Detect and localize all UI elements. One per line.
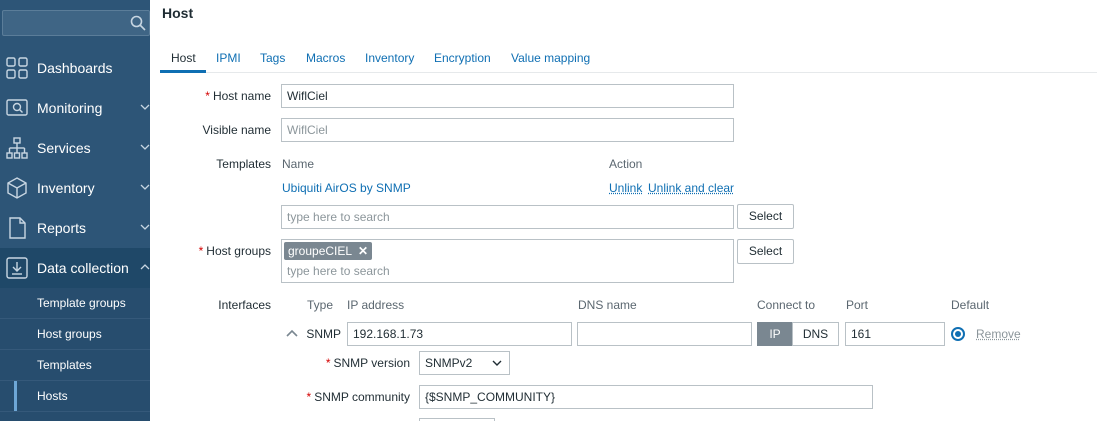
chevron-up-icon [140,264,150,270]
menu-label: Monitoring [37,100,103,116]
host-group-chip[interactable]: groupeCIEL ✕ [284,242,373,260]
data-collection-icon [6,257,28,279]
submenu-template-groups[interactable]: Template groups [0,288,150,319]
host-groups-label: * Host groups [180,244,271,258]
sidebar-search-input[interactable] [2,10,150,36]
menu-dashboards[interactable]: Dashboards [0,48,150,88]
host-groups-select-button[interactable]: Select [737,239,794,264]
sidebar: Dashboards Monitoring Services Inventory… [0,0,150,421]
templates-search-input[interactable]: type here to search [281,205,734,229]
interface-port-input[interactable]: 161 [845,322,945,346]
tab-tags[interactable]: Tags [260,51,285,65]
menu-label: Data collection [37,260,129,276]
required-marker: * [198,244,204,258]
snmp-community-label-text: SNMP community [314,390,410,404]
chevron-up-icon[interactable] [286,328,298,338]
tab-encryption[interactable]: Encryption [434,51,491,65]
menu-label: Services [37,140,91,156]
required-marker: * [306,390,312,404]
template-link[interactable]: Ubiquiti AirOS by SNMP [282,181,411,195]
remove-interface-link[interactable]: Remove [976,327,1021,341]
interface-ip-input[interactable]: 192.168.1.73 [347,322,572,346]
tab-ipmi[interactable]: IPMI [216,51,241,65]
submenu-hosts[interactable]: Hosts [0,381,150,412]
menu-inventory[interactable]: Inventory [0,168,150,208]
submenu-templates[interactable]: Templates [0,350,150,381]
page-title: Host [162,5,194,21]
snmp-version-value: SNMPv2 [425,356,473,370]
chevron-down-icon [492,360,502,366]
menu-monitoring[interactable]: Monitoring [0,88,150,128]
templates-action-header: Action [609,157,643,171]
templates-name-header: Name [282,157,315,171]
tab-value-mapping[interactable]: Value mapping [511,51,590,65]
connect-dns-toggle[interactable]: DNS [792,322,839,346]
unlink-and-clear-link[interactable]: Unlink and clear [648,181,734,195]
menu-services[interactable]: Services [0,128,150,168]
snmp-version-label-text: SNMP version [333,356,410,370]
interfaces-type-header: Type [307,298,334,312]
visible-name-input[interactable]: WiflCiel [281,118,734,142]
interfaces-ip-header: IP address [347,298,405,312]
snmp-community-input[interactable]: {$SNMP_COMMUNITY} [419,385,873,409]
menu-data-collection[interactable]: Data collection [0,248,150,288]
reports-icon [9,217,26,239]
active-tab-indicator [160,70,206,73]
chevron-down-icon [140,144,150,150]
tab-inventory[interactable]: Inventory [365,51,414,65]
host-name-input[interactable]: WiflCiel [281,84,734,108]
unlink-link[interactable]: Unlink [609,181,642,195]
interfaces-label: Interfaces [218,298,271,312]
tab-host[interactable]: Host [171,51,196,65]
menu-label: Inventory [37,180,95,196]
close-icon[interactable]: ✕ [358,244,368,258]
connect-ip-toggle[interactable]: IP [757,322,793,346]
tab-bar: Host IPMI Tags Macros Inventory Encrypti… [160,44,1097,73]
data-collection-submenu: Template groups Host groups Templates Ho… [0,288,150,421]
snmp-community-label: * SNMP community [290,390,410,404]
host-name-label-text: Host name [212,89,271,103]
services-icon [6,137,28,159]
default-interface-radio[interactable] [951,327,965,341]
snmp-version-select[interactable]: SNMPv2 [419,351,510,375]
templates-label: Templates [216,157,271,171]
submenu-host-groups[interactable]: Host groups [0,319,150,350]
menu-label: Dashboards [37,60,113,76]
chevron-down-icon [140,224,150,230]
submenu-label: Host groups [37,327,102,341]
dashboard-icon [6,57,28,79]
chip-label: groupeCIEL [288,244,352,258]
host-groups-label-text: Host groups [206,244,271,258]
menu-reports[interactable]: Reports [0,208,150,248]
host-name-label: * Host name [180,89,271,103]
chevron-down-icon [140,184,150,190]
interfaces-dns-header: DNS name [578,298,637,312]
interfaces-connect-header: Connect to [757,298,816,312]
interface-dns-input[interactable] [577,322,752,346]
required-marker: * [205,89,210,103]
templates-select-button[interactable]: Select [737,204,794,229]
interfaces-port-header: Port [846,298,869,312]
required-marker: * [325,356,331,370]
search-icon[interactable] [129,14,147,32]
menu-label: Reports [37,220,87,236]
submenu-label: Hosts [37,389,68,403]
interface-type: SNMP [306,327,341,341]
tab-macros[interactable]: Macros [306,51,345,65]
snmp-version-label: * SNMP version [300,356,410,370]
host-groups-search-input[interactable]: type here to search [287,264,390,278]
inventory-icon [7,177,27,199]
visible-name-label: Visible name [202,123,271,137]
interfaces-default-header: Default [951,298,990,312]
chevron-down-icon [140,104,150,110]
submenu-label: Templates [37,358,92,372]
submenu-label: Template groups [37,296,126,310]
monitoring-icon [6,99,28,116]
